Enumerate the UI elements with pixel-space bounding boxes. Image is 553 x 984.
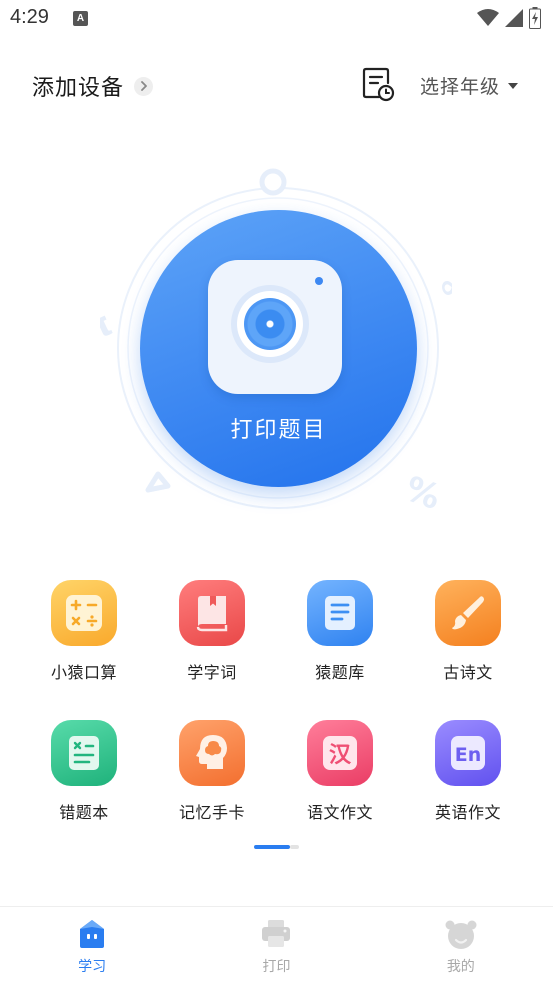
signal-icon (505, 9, 523, 27)
feature-grid: 小猿口算 学字词 猿题库 古诗文 错题本 记忆手卡 汉 语文作文 En 英语作文 (20, 580, 533, 860)
infinity-decor-icon: ∞ (434, 263, 452, 309)
page-indicator (254, 845, 299, 849)
nav-label-print: 打印 (262, 959, 291, 975)
hero: π ∞ % 打印题目 (100, 160, 452, 512)
nav-label-study: 学习 (78, 959, 107, 975)
feature-row: 错题本 记忆手卡 汉 语文作文 En 英语作文 (20, 720, 533, 860)
status-bar: 4:29 A (0, 0, 553, 40)
feature-item-chinese-essay[interactable]: 汉 语文作文 (276, 720, 404, 860)
nav-item-mine[interactable]: 我的 (369, 907, 553, 984)
feature-label: 错题本 (59, 803, 109, 822)
feature-label: 小猿口算 (50, 663, 117, 682)
feature-item-question-bank[interactable]: 猿题库 (276, 580, 404, 720)
feature-label: 学字词 (187, 663, 237, 682)
document-icon (307, 580, 373, 646)
battery-icon (529, 7, 541, 29)
grade-select-label: 选择年级 (420, 76, 501, 98)
feature-item-mistake-book[interactable]: 错题本 (20, 720, 148, 860)
feature-label: 猿题库 (315, 663, 365, 682)
nav-label-mine: 我的 (446, 959, 475, 975)
triangle-decor-icon (145, 471, 171, 493)
notification-badge-icon: A (73, 11, 88, 26)
caret-down-icon (508, 82, 519, 89)
feature-item-ancient-poems[interactable]: 古诗文 (404, 580, 532, 720)
add-device-button[interactable]: 添加设备 (32, 70, 154, 102)
percent-decor-icon: % (400, 469, 446, 512)
camera-icon (208, 260, 342, 394)
en-text-icon: En (435, 720, 501, 786)
han-char-text: 汉 (329, 743, 352, 768)
study-icon (80, 920, 105, 948)
bottom-nav: 学习 打印 我的 (0, 906, 553, 984)
feature-item-words[interactable]: 学字词 (148, 580, 276, 720)
grade-select[interactable]: 选择年级 (420, 72, 519, 99)
status-icons (477, 7, 541, 29)
calculator-icon (51, 580, 117, 646)
pi-decor-icon: π (100, 304, 118, 352)
wifi-icon (477, 9, 499, 26)
header: 添加设备 选择年级 (0, 60, 553, 112)
feature-item-oral-math[interactable]: 小猿口算 (20, 580, 148, 720)
feature-label: 记忆手卡 (178, 803, 245, 822)
add-device-label: 添加设备 (32, 76, 125, 101)
page-indicator-inactive (290, 845, 299, 849)
nav-item-study[interactable]: 学习 (0, 907, 184, 984)
print-question-label: 打印题目 (230, 418, 327, 443)
feature-item-english-essay[interactable]: En 英语作文 (404, 720, 532, 860)
profile-icon (445, 920, 477, 949)
notebook-icon (51, 720, 117, 786)
chevron-right-icon (134, 76, 154, 96)
feature-label: 语文作文 (306, 803, 373, 822)
brain-head-icon (179, 720, 245, 786)
printer-icon (262, 920, 291, 947)
brush-icon (435, 580, 501, 646)
status-time: 4:29 (10, 6, 49, 28)
feature-label: 英语作文 (434, 803, 501, 822)
book-icon (179, 580, 245, 646)
ring-decor-icon (259, 168, 287, 196)
feature-item-memory-cards[interactable]: 记忆手卡 (148, 720, 276, 860)
print-history-icon[interactable] (361, 66, 395, 102)
page-indicator-active (254, 845, 290, 849)
han-char-icon: 汉 (307, 720, 373, 786)
print-question-button[interactable]: 打印题目 (140, 210, 417, 487)
en-text: En (455, 744, 482, 766)
nav-item-print[interactable]: 打印 (184, 907, 368, 984)
feature-label: 古诗文 (443, 663, 493, 682)
feature-row: 小猿口算 学字词 猿题库 古诗文 (20, 580, 533, 720)
